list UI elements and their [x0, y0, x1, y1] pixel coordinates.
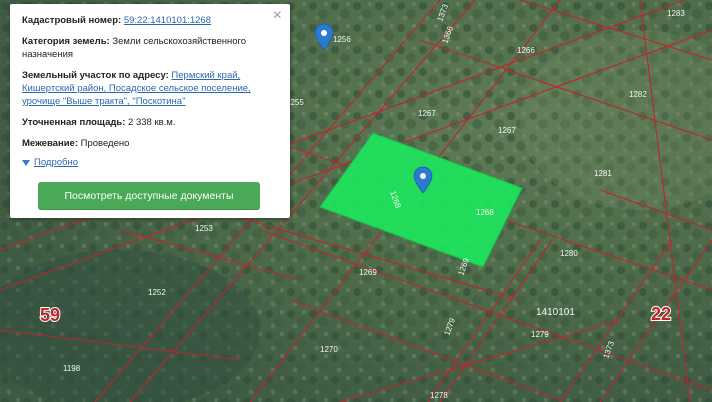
cadastral-number-link[interactable]: 59:22:1410101:1268 [124, 15, 211, 26]
boundary-row: Межевание: Проведено [22, 137, 278, 150]
boundary-value: Проведено [80, 138, 130, 149]
area-value: 2 338 кв.м. [128, 117, 176, 128]
boundary-label: Межевание: [22, 138, 78, 149]
parcel-number-label: 1283 [667, 9, 685, 18]
parcel-number-label: 1269 [359, 268, 377, 277]
cadastral-number-label: Кадастровый номер: [22, 15, 122, 26]
address-row: Земельный участок по адресу: Пермский кр… [22, 69, 278, 108]
parcel-number-label: 1256 [333, 35, 351, 44]
area-row: Уточненная площадь: 2 338 кв.м. [22, 116, 278, 129]
parcel-number-label: 1279 [531, 330, 549, 339]
parcel-number-label: 1252 [148, 288, 166, 297]
parcel-number-label: 1280 [560, 249, 578, 258]
details-link[interactable]: Подробно [34, 156, 78, 169]
view-documents-button[interactable]: Посмотреть доступные документы [38, 182, 260, 210]
address-label: Земельный участок по адресу: [22, 70, 169, 81]
parcel-number-label: 1281 [594, 169, 612, 178]
close-icon[interactable]: × [273, 7, 282, 25]
district-label: 59 [40, 305, 60, 325]
parcel-number-label: 1253 [195, 224, 213, 233]
cadastral-number-row: Кадастровый номер: 59:22:1410101:1268 [22, 14, 278, 27]
land-category-label: Категория земель: [22, 36, 110, 47]
parcel-number-label: 1410101 [536, 307, 575, 318]
land-category-row: Категория земель: Земли сельскохозяйстве… [22, 35, 278, 61]
parcel-number-label: 1267 [418, 109, 436, 118]
details-toggle[interactable]: Подробно [22, 156, 278, 169]
parcel-number-label: 1266 [517, 46, 535, 55]
district-label: 22 [651, 304, 671, 324]
caret-down-icon [22, 159, 30, 166]
parcel-number-label: 1267 [498, 126, 516, 135]
parcel-number-label: 1268 [476, 208, 494, 217]
parcel-number-label: 1270 [320, 345, 338, 354]
parcel-number-label: 1198 [63, 364, 81, 373]
parcel-info-popup: × Кадастровый номер: 59:22:1410101:1268 … [10, 4, 290, 218]
parcel-number-label: 1282 [629, 90, 647, 99]
area-label: Уточненная площадь: [22, 117, 126, 128]
parcel-number-label: 1278 [430, 391, 448, 400]
